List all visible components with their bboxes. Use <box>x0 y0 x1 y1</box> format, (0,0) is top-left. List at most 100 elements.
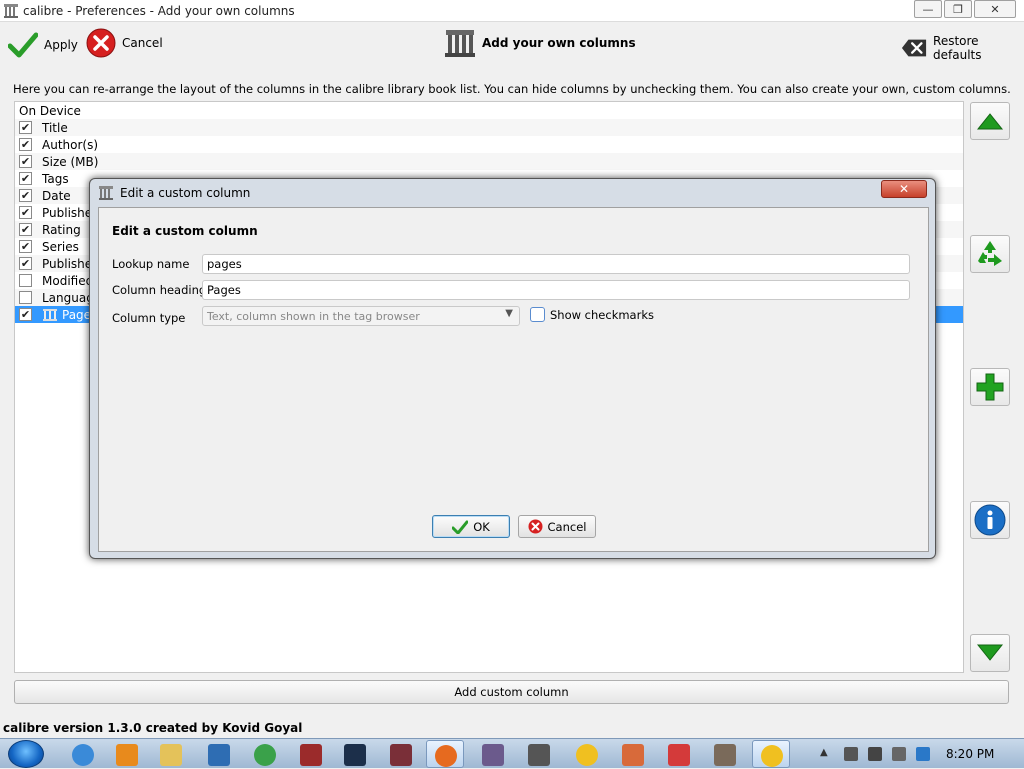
minimize-button[interactable]: — <box>914 0 942 18</box>
column-checkbox[interactable] <box>19 274 32 287</box>
media-player-icon <box>116 744 138 766</box>
taskbar-app-download[interactable] <box>660 740 698 768</box>
dialog-close-button[interactable]: ✕ <box>881 180 927 198</box>
s-app-icon <box>300 744 322 766</box>
taskbar-app-tool[interactable] <box>520 740 558 768</box>
volume-icon[interactable] <box>892 747 906 761</box>
taskbar-app-calibre[interactable] <box>474 740 512 768</box>
list-item-label: Size (MB) <box>42 154 99 169</box>
column-checkbox[interactable] <box>19 138 32 151</box>
taskbar-app-window[interactable] <box>382 740 420 768</box>
calibre-books-icon <box>482 744 504 766</box>
page-title-text: Add your own columns <box>482 36 636 50</box>
restore-button[interactable]: ❐ <box>944 0 972 18</box>
apply-button[interactable]: Apply <box>8 32 78 58</box>
list-item[interactable]: On Device <box>15 102 963 119</box>
folder-icon <box>160 744 182 766</box>
cancel-icon <box>528 519 543 534</box>
version-text: calibre version 1.3.0 created by Kovid G… <box>3 721 303 735</box>
cancel-icon <box>86 28 116 58</box>
system-tray: ▲ <box>820 739 940 769</box>
xmind-icon <box>208 744 230 766</box>
window-title: calibre - Preferences - Add your own col… <box>23 3 295 18</box>
firefox-icon <box>435 745 457 767</box>
column-checkbox[interactable] <box>19 172 32 185</box>
globe-icon <box>254 744 276 766</box>
dialog-heading: Edit a custom column <box>112 224 258 238</box>
messenger-icon <box>761 745 783 767</box>
ok-button[interactable]: OK <box>432 515 510 538</box>
tray-expand-icon[interactable]: ▲ <box>820 747 834 761</box>
column-checkbox[interactable] <box>19 240 32 253</box>
checkmark-icon <box>8 32 38 58</box>
calibre-icon <box>4 3 18 18</box>
clock[interactable]: 8:20 PM <box>946 747 994 761</box>
taskbar: ▲ 8:20 PM <box>0 738 1024 768</box>
list-item-label: Date <box>42 188 71 203</box>
start-button[interactable] <box>8 740 44 768</box>
move-up-button[interactable] <box>970 102 1010 140</box>
dialog-titlebar: Edit a custom column <box>98 185 250 201</box>
toolbar: Apply Cancel Add your own columns Restor… <box>0 22 1024 68</box>
taskbar-app-xmind[interactable] <box>200 740 238 768</box>
info-button[interactable] <box>970 501 1010 539</box>
dialog-body: Edit a custom column Lookup name Column … <box>98 207 929 552</box>
list-item[interactable]: Title <box>15 119 963 136</box>
taskbar-app-terminal[interactable] <box>336 740 374 768</box>
taskbar-app-explorer[interactable] <box>152 740 190 768</box>
column-checkbox[interactable] <box>19 206 32 219</box>
checkmark-icon <box>452 520 469 534</box>
taskbar-app-s[interactable] <box>292 740 330 768</box>
taskbar-app-gimp[interactable] <box>706 740 744 768</box>
list-item[interactable]: Author(s) <box>15 136 963 153</box>
restore-defaults-button[interactable]: Restore defaults <box>901 34 1024 62</box>
checkbox-box[interactable] <box>530 307 545 322</box>
list-item-label: Rating <box>42 222 81 237</box>
lookup-name-input[interactable] <box>202 254 910 274</box>
dialog-cancel-button[interactable]: Cancel <box>518 515 596 538</box>
column-type-select[interactable]: Text, column shown in the tag browser ▼ <box>202 306 520 326</box>
close-button[interactable]: ✕ <box>974 0 1016 18</box>
calibre-icon <box>99 186 113 200</box>
window-titlebar: calibre - Preferences - Add your own col… <box>0 0 1024 22</box>
remove-column-button[interactable] <box>970 235 1010 273</box>
flag-icon[interactable] <box>844 747 858 761</box>
column-heading-input[interactable] <box>202 280 910 300</box>
edit-custom-column-dialog: Edit a custom column ✕ Edit a custom col… <box>89 178 936 559</box>
dialog-title: Edit a custom column <box>120 186 251 200</box>
column-checkbox[interactable] <box>19 223 32 236</box>
app-window-icon <box>390 744 412 766</box>
arrow-up-icon <box>976 113 1004 130</box>
add-column-button[interactable] <box>970 368 1010 406</box>
add-custom-column-button[interactable]: Add custom column <box>14 680 1009 704</box>
taskbar-app-messenger[interactable] <box>752 740 790 768</box>
taskbar-app-media[interactable] <box>108 740 146 768</box>
show-checkmarks-checkbox[interactable]: Show checkmarks <box>530 307 654 322</box>
list-item-label: Modified <box>42 273 94 288</box>
taskbar-app-ie[interactable] <box>64 740 102 768</box>
column-checkbox[interactable] <box>19 291 32 304</box>
plus-icon <box>976 373 1004 401</box>
column-checkbox[interactable] <box>19 257 32 270</box>
network-icon[interactable] <box>868 747 882 761</box>
column-type-label: Column type <box>112 311 186 325</box>
taskbar-app-firefox[interactable] <box>426 740 464 768</box>
recycle-icon <box>978 241 1002 266</box>
clear-icon <box>901 39 927 57</box>
custom-column-icon <box>43 308 57 321</box>
taskbar-app-paint[interactable] <box>614 740 652 768</box>
arrow-down-icon <box>976 644 1004 661</box>
column-checkbox[interactable] <box>19 121 32 134</box>
taskbar-app-smiley[interactable] <box>568 740 606 768</box>
dropbox-icon[interactable] <box>916 747 930 761</box>
list-item[interactable]: Size (MB) <box>15 153 963 170</box>
window-controls: — ❐ ✕ <box>912 0 1016 18</box>
taskbar-app-globe[interactable] <box>246 740 284 768</box>
move-down-button[interactable] <box>970 634 1010 672</box>
column-checkbox[interactable] <box>19 155 32 168</box>
column-checkbox[interactable] <box>19 308 32 321</box>
list-item-label: On Device <box>19 103 81 118</box>
column-heading-label: Column heading <box>112 283 207 297</box>
cancel-button[interactable]: Cancel <box>86 28 163 58</box>
column-checkbox[interactable] <box>19 189 32 202</box>
